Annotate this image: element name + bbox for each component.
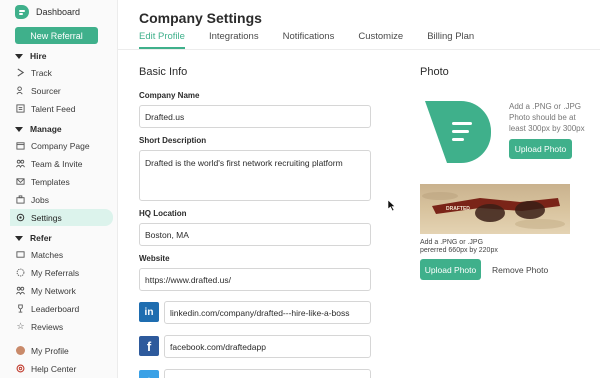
sidebar-item-matches[interactable]: Matches	[10, 246, 113, 263]
page-title: Company Settings	[139, 10, 262, 26]
facebook-icon: f	[139, 336, 159, 356]
settings-tabs: Edit Profile Integrations Notifications …	[139, 31, 498, 49]
linkedin-input[interactable]: linkedin.com/company/drafted---hire-like…	[164, 301, 371, 324]
hq-location-input[interactable]: Boston, MA	[139, 223, 371, 246]
briefcase-icon	[16, 195, 25, 204]
track-icon	[16, 68, 25, 77]
sidebar-item-my-network[interactable]: My Network	[10, 282, 113, 299]
facebook-input[interactable]: facebook.com/draftedapp	[164, 335, 371, 358]
drafted-logo-icon	[15, 5, 29, 19]
upload-logo-button[interactable]: Upload Photo	[509, 139, 572, 159]
basic-info-heading: Basic Info	[139, 66, 188, 78]
dashboard-label: Dashboard	[36, 7, 81, 17]
upload-cover-button[interactable]: Upload Photo	[420, 259, 481, 280]
banner-brand-text: DRAFTED	[446, 206, 470, 212]
tab-notifications[interactable]: Notifications	[283, 31, 335, 49]
sidebar-item-help-center[interactable]: Help Center	[10, 360, 113, 377]
sidebar-item-label: My Network	[31, 285, 76, 296]
envelope-icon	[16, 177, 25, 186]
sidebar-item-reviews[interactable]: ☆ Reviews	[10, 318, 113, 335]
caret-down-icon	[15, 126, 23, 132]
sidebar-item-label: Settings	[31, 212, 62, 223]
sidebar-item-label: Templates	[31, 176, 70, 187]
sidebar-section-manage[interactable]: Manage	[15, 124, 62, 134]
sidebar-item-templates[interactable]: Templates	[10, 173, 113, 190]
sidebar-item-track[interactable]: Track	[10, 64, 113, 81]
sidebar-item-label: Track	[31, 67, 52, 78]
company-name-label: Company Name	[139, 91, 200, 100]
cover-hint-line1: Add a .PNG or .JPG	[420, 239, 484, 246]
linkedin-icon: in	[139, 302, 159, 322]
sidebar-item-label: My Referrals	[31, 267, 80, 278]
sidebar-item-team-invite[interactable]: Team & Invite	[10, 155, 113, 172]
cover-upload-hint: Add a .PNG or .JPG pererred 660px by 220…	[420, 239, 498, 255]
section-label: Hire	[30, 51, 47, 61]
sidebar-item-sourcer[interactable]: Sourcer	[10, 82, 113, 99]
tab-customize[interactable]: Customize	[358, 31, 403, 49]
caret-down-icon	[15, 53, 23, 59]
star-icon: ☆	[16, 321, 25, 331]
sidebar-item-label: Company Page	[31, 140, 90, 151]
sidebar-item-talent-feed[interactable]: Talent Feed	[10, 100, 113, 117]
tab-integrations[interactable]: Integrations	[209, 31, 259, 49]
short-description-label: Short Description	[139, 136, 207, 145]
user-search-icon	[16, 86, 25, 95]
sidebar-section-hire[interactable]: Hire	[15, 51, 47, 61]
section-label: Refer	[30, 233, 52, 243]
cover-photo-image: DRAFTED	[420, 184, 570, 234]
company-name-input[interactable]: Drafted.us	[139, 105, 371, 128]
company-logo-image	[425, 101, 491, 163]
new-referral-button[interactable]: New Referral	[15, 27, 98, 44]
network-icon	[16, 286, 25, 295]
referrals-icon	[16, 268, 25, 277]
team-icon	[16, 159, 25, 168]
trophy-icon	[16, 304, 25, 313]
caret-down-icon	[15, 235, 23, 241]
matches-icon	[16, 250, 25, 259]
sidebar-item-label: Sourcer	[31, 85, 61, 96]
short-description-textarea[interactable]: Drafted is the world's first network rec…	[139, 150, 371, 201]
sidebar-item-my-profile[interactable]: My Profile	[10, 342, 113, 359]
photo-heading: Photo	[420, 66, 449, 78]
sidebar-item-label: Help Center	[31, 363, 77, 374]
hq-location-label: HQ Location	[139, 209, 187, 218]
help-icon	[16, 364, 25, 373]
remove-photo-link[interactable]: Remove Photo	[492, 265, 548, 275]
sidebar-item-jobs[interactable]: Jobs	[10, 191, 113, 208]
sidebar-item-label: Talent Feed	[31, 103, 76, 114]
cover-hint-line2: pererred 660px by 220px	[420, 247, 498, 254]
sidebar-section-refer[interactable]: Refer	[15, 233, 52, 243]
tab-edit-profile[interactable]: Edit Profile	[139, 31, 185, 49]
website-label: Website	[139, 254, 170, 263]
sidebar-item-label: Matches	[31, 249, 64, 260]
sidebar: Dashboard New Referral Hire Track Source…	[0, 0, 118, 378]
sidebar-item-my-referrals[interactable]: My Referrals	[10, 264, 113, 281]
sidebar-item-label: Team & Invite	[31, 158, 83, 169]
building-icon	[16, 141, 25, 150]
tabs-divider	[118, 49, 600, 50]
sidebar-item-leaderboard[interactable]: Leaderboard	[10, 300, 113, 317]
logo-upload-hint: Add a .PNG or .JPG Photo should be at le…	[509, 102, 585, 133]
tab-billing-plan[interactable]: Billing Plan	[427, 31, 474, 49]
sidebar-item-label: My Profile	[31, 345, 69, 356]
sidebar-item-label: Jobs	[31, 194, 49, 205]
dashboard-link[interactable]: Dashboard	[15, 5, 80, 19]
mouse-cursor-icon	[388, 200, 396, 211]
avatar	[16, 346, 25, 355]
sidebar-item-label: Leaderboard	[31, 303, 80, 314]
website-input[interactable]: https://www.drafted.us/	[139, 268, 371, 291]
section-label: Manage	[30, 124, 62, 134]
sidebar-item-company-page[interactable]: Company Page	[10, 137, 113, 154]
sidebar-item-label: Reviews	[31, 321, 64, 332]
sidebar-item-settings[interactable]: Settings	[10, 209, 113, 226]
twitter-input[interactable]: https://www.twitter.com/draftedapp	[164, 369, 371, 378]
twitter-icon: t	[139, 370, 159, 378]
feed-icon	[16, 104, 25, 113]
gear-icon	[16, 213, 25, 222]
